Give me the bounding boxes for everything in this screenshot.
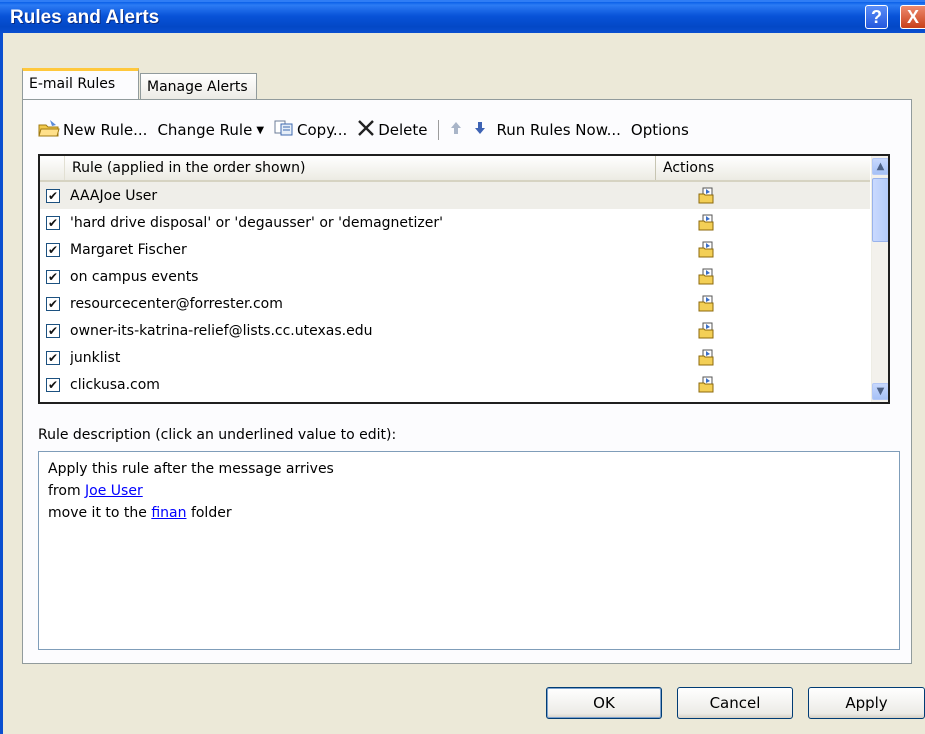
options-button[interactable]: Options: [631, 121, 689, 139]
chevron-down-icon: ▼: [256, 124, 265, 136]
delete-button[interactable]: Delete: [357, 119, 428, 141]
rule-name: clickusa.com: [70, 376, 160, 393]
rule-row[interactable]: ✔ AAAJoe User: [40, 182, 870, 209]
help-button[interactable]: ?: [865, 5, 888, 29]
scrollbar-thumb[interactable]: [872, 178, 888, 242]
description-from-text: from: [48, 483, 81, 499]
tab-manage-alerts[interactable]: Manage Alerts: [140, 73, 257, 99]
toolbar-separator: [437, 120, 439, 140]
window-title: Rules and Alerts: [10, 7, 160, 28]
rule-row[interactable]: ✔ 'hard drive disposal' or 'degausser' o…: [40, 209, 870, 236]
tab-email-rules[interactable]: E-mail Rules: [22, 68, 139, 99]
move-to-folder-icon: [698, 348, 714, 370]
rules-list: Rule (applied in the order shown) Action…: [38, 154, 890, 404]
new-rule-icon: [38, 119, 60, 141]
rule-row[interactable]: ✔ owner-its-katrina-relief@lists.cc.utex…: [40, 317, 870, 344]
cancel-button[interactable]: Cancel: [677, 687, 793, 719]
description-folder-text: folder: [190, 505, 232, 521]
rules-list-header: Rule (applied in the order shown) Action…: [40, 156, 870, 182]
move-to-folder-icon: [698, 267, 714, 289]
move-to-folder-icon: [698, 240, 714, 262]
move-down-button[interactable]: [473, 121, 487, 139]
rule-name: 'hard drive disposal' or 'degausser' or …: [70, 214, 443, 231]
move-up-button[interactable]: [449, 121, 463, 139]
rule-description-box: Apply this rule after the message arrive…: [38, 451, 900, 650]
scroll-up-button[interactable]: ▲: [872, 158, 888, 175]
new-rule-button[interactable]: New Rule...: [38, 119, 147, 141]
move-to-folder-icon: [698, 186, 714, 208]
rules-scrollbar[interactable]: ▲ ▼: [871, 156, 888, 402]
change-rule-button[interactable]: Change Rule ▼: [157, 121, 264, 139]
description-line-2: from Joe User: [48, 480, 890, 502]
run-rules-now-button[interactable]: Run Rules Now...: [497, 121, 621, 139]
ok-button[interactable]: OK: [546, 687, 662, 719]
arrow-down-icon: [473, 121, 487, 139]
rule-name: AAAJoe User: [70, 187, 158, 204]
rule-checkbox[interactable]: ✔: [46, 215, 60, 230]
rules-and-alerts-dialog: Rules and Alerts ? X E-mail Rules Manage…: [0, 0, 925, 734]
rule-name: Margaret Fischer: [70, 241, 187, 258]
rule-row[interactable]: ✔ Margaret Fischer: [40, 236, 870, 263]
description-sender-link[interactable]: Joe User: [85, 483, 143, 499]
rule-checkbox[interactable]: ✔: [46, 323, 60, 338]
rule-name: junklist: [70, 349, 121, 366]
rule-row[interactable]: ✔ clickusa.com: [40, 371, 870, 398]
column-header-actions[interactable]: Actions: [656, 156, 870, 180]
rule-checkbox[interactable]: ✔: [46, 188, 60, 203]
rule-name: on campus events: [70, 268, 199, 285]
rule-row[interactable]: ✔ on campus events: [40, 263, 870, 290]
copy-icon: [274, 120, 294, 140]
description-folder-link[interactable]: finan: [151, 505, 186, 521]
move-to-folder-icon: [698, 375, 714, 397]
rule-checkbox[interactable]: ✔: [46, 350, 60, 365]
copy-button[interactable]: Copy...: [274, 120, 347, 140]
rules-rows: ✔ AAAJoe User ✔ 'hard drive disposal' or…: [40, 182, 870, 398]
description-move-text: move it to the: [48, 505, 147, 521]
new-rule-label: New Rule...: [63, 121, 148, 139]
rule-name: owner-its-katrina-relief@lists.cc.utexas…: [70, 322, 373, 339]
scroll-down-button[interactable]: ▼: [872, 383, 888, 400]
description-line-3: move it to the finan folder: [48, 502, 890, 524]
arrow-up-icon: [449, 121, 463, 139]
rule-checkbox[interactable]: ✔: [46, 377, 60, 392]
move-to-folder-icon: [698, 213, 714, 235]
rule-checkbox[interactable]: ✔: [46, 242, 60, 257]
close-button[interactable]: X: [900, 5, 925, 29]
delete-label: Delete: [378, 121, 428, 139]
title-bar[interactable]: Rules and Alerts ? X: [0, 0, 925, 33]
rule-checkbox[interactable]: ✔: [46, 296, 60, 311]
delete-icon: [357, 119, 375, 141]
rule-row[interactable]: ✔ junklist: [40, 344, 870, 371]
move-to-folder-icon: [698, 294, 714, 316]
rule-name: resourcecenter@forrester.com: [70, 295, 283, 312]
column-header-rule[interactable]: Rule (applied in the order shown): [64, 156, 656, 180]
rule-description-label: Rule description (click an underlined va…: [38, 427, 397, 443]
move-to-folder-icon: [698, 321, 714, 343]
window-border: [0, 33, 3, 734]
copy-label: Copy...: [297, 121, 348, 139]
description-line-1: Apply this rule after the message arrive…: [48, 461, 334, 477]
rules-toolbar: New Rule... Change Rule ▼ Copy... Delete: [38, 116, 699, 144]
rule-row[interactable]: ✔ resourcecenter@forrester.com: [40, 290, 870, 317]
apply-button[interactable]: Apply: [808, 687, 925, 719]
change-rule-label: Change Rule: [157, 121, 253, 139]
rule-checkbox[interactable]: ✔: [46, 269, 60, 284]
